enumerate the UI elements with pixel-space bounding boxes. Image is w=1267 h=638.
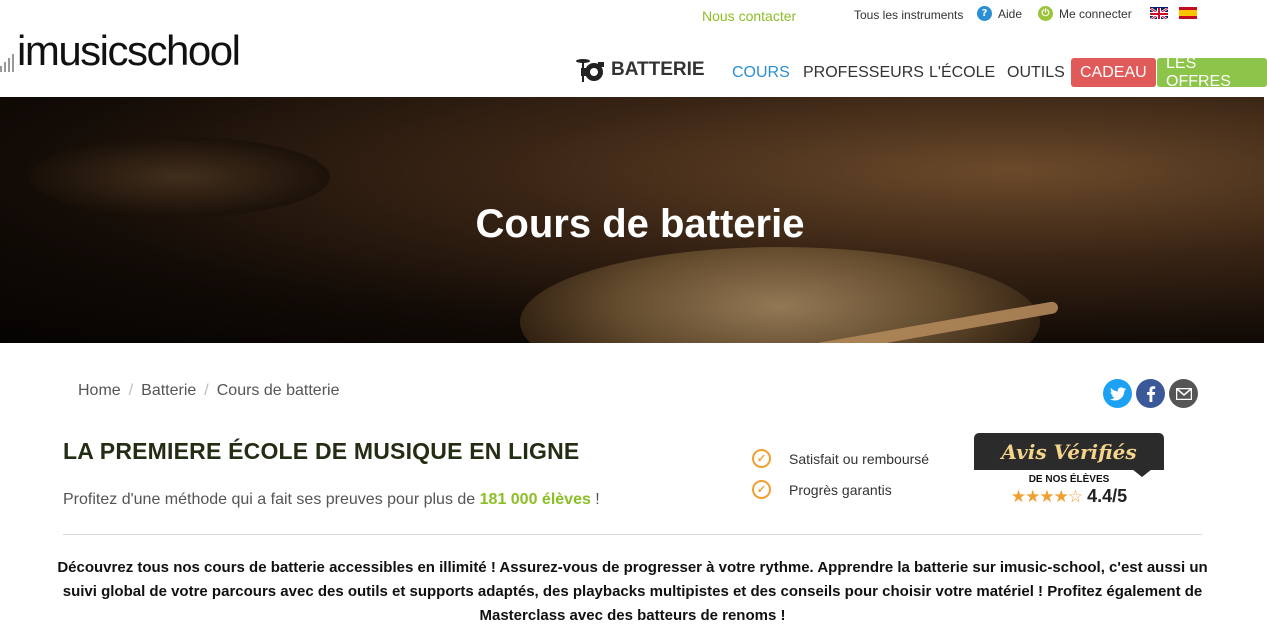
guarantee-label: Progrès garantis <box>789 481 892 498</box>
subtitle-end: ! <box>590 491 600 508</box>
divider <box>63 534 1202 535</box>
check-circle-icon: ✓ <box>752 480 771 499</box>
section-headline: LA PREMIERE ÉCOLE DE MUSIQUE EN LIGNE <box>63 438 580 464</box>
course-description: Découvrez tous nos cours de batterie acc… <box>57 559 1208 624</box>
all-instruments-link[interactable]: Tous les instruments <box>854 8 963 22</box>
nav-ecole[interactable]: L'ÉCOLE <box>929 64 995 82</box>
instrument-label: BATTERIE <box>611 59 705 80</box>
guarantee-item: ✓ Satisfait ou remboursé <box>752 449 929 468</box>
nav-cours[interactable]: COURS <box>732 64 790 82</box>
verified-reviews-badge[interactable]: Avis Vérifiés DE NOS ÉLÈVES ★★★★☆ 4.4/5 <box>974 433 1164 507</box>
guarantee-label: Satisfait ou remboursé <box>789 450 930 467</box>
gift-button[interactable]: CADEAU <box>1071 58 1156 87</box>
drum-icon <box>576 59 604 82</box>
mail-icon[interactable] <box>1169 379 1198 408</box>
social-share <box>1103 379 1198 408</box>
star-icon: ★★★★☆ <box>1010 486 1083 507</box>
nav-outils[interactable]: OUTILS <box>1007 64 1065 82</box>
subtitle-text: Profitez d'une méthode qui a fait ses pr… <box>63 491 480 508</box>
contact-link[interactable]: Nous contacter <box>702 8 796 24</box>
reviews-brand: Avis Vérifiés <box>974 433 1164 470</box>
breadcrumb-home[interactable]: Home <box>78 382 121 400</box>
hero-banner: Cours de batterie <box>0 97 1264 343</box>
twitter-icon[interactable] <box>1103 379 1132 408</box>
guarantee-item: ✓ Progrès garantis <box>752 480 892 499</box>
section-subtitle: Profitez d'une méthode qui a fait ses pr… <box>63 491 600 509</box>
power-icon: ⏻ <box>1038 6 1053 21</box>
uk-flag-icon[interactable] <box>1150 7 1168 19</box>
page-title: Cours de batterie <box>475 202 805 246</box>
reviews-score: 4.4/5 <box>1087 486 1128 506</box>
help-icon: ? <box>977 6 992 21</box>
breadcrumb-batterie[interactable]: Batterie <box>141 382 196 400</box>
login-label: Me connecter <box>1059 6 1132 21</box>
login-link[interactable]: ⏻ Me connecter <box>1038 6 1132 21</box>
spain-flag-icon[interactable] <box>1179 7 1197 19</box>
instrument-selector[interactable]: BATTERIE <box>575 56 705 84</box>
reviews-rating-row: ★★★★☆ 4.4/5 <box>974 486 1164 507</box>
offers-button[interactable]: LES OFFRES <box>1157 55 1267 90</box>
check-circle-icon: ✓ <box>752 449 771 468</box>
badge-pointer <box>1132 469 1152 477</box>
main-nav: BATTERIE COURS PROFESSEURS L'ÉCOLE OUTIL… <box>0 55 1267 90</box>
breadcrumb-current: Cours de batterie <box>216 382 340 399</box>
top-bar: Nous contacter Tous les instruments ? Ai… <box>0 0 1267 30</box>
facebook-icon[interactable] <box>1136 379 1165 408</box>
student-count: 181 000 élèves <box>479 491 591 508</box>
breadcrumb: Home / Batterie / Cours de batterie <box>78 382 339 400</box>
help-link[interactable]: ? Aide <box>977 6 1022 21</box>
breadcrumb-separator: / <box>204 382 209 399</box>
breadcrumb-separator: / <box>128 382 134 399</box>
nav-professeurs[interactable]: PROFESSEURS <box>803 64 924 82</box>
help-label: Aide <box>998 6 1023 21</box>
